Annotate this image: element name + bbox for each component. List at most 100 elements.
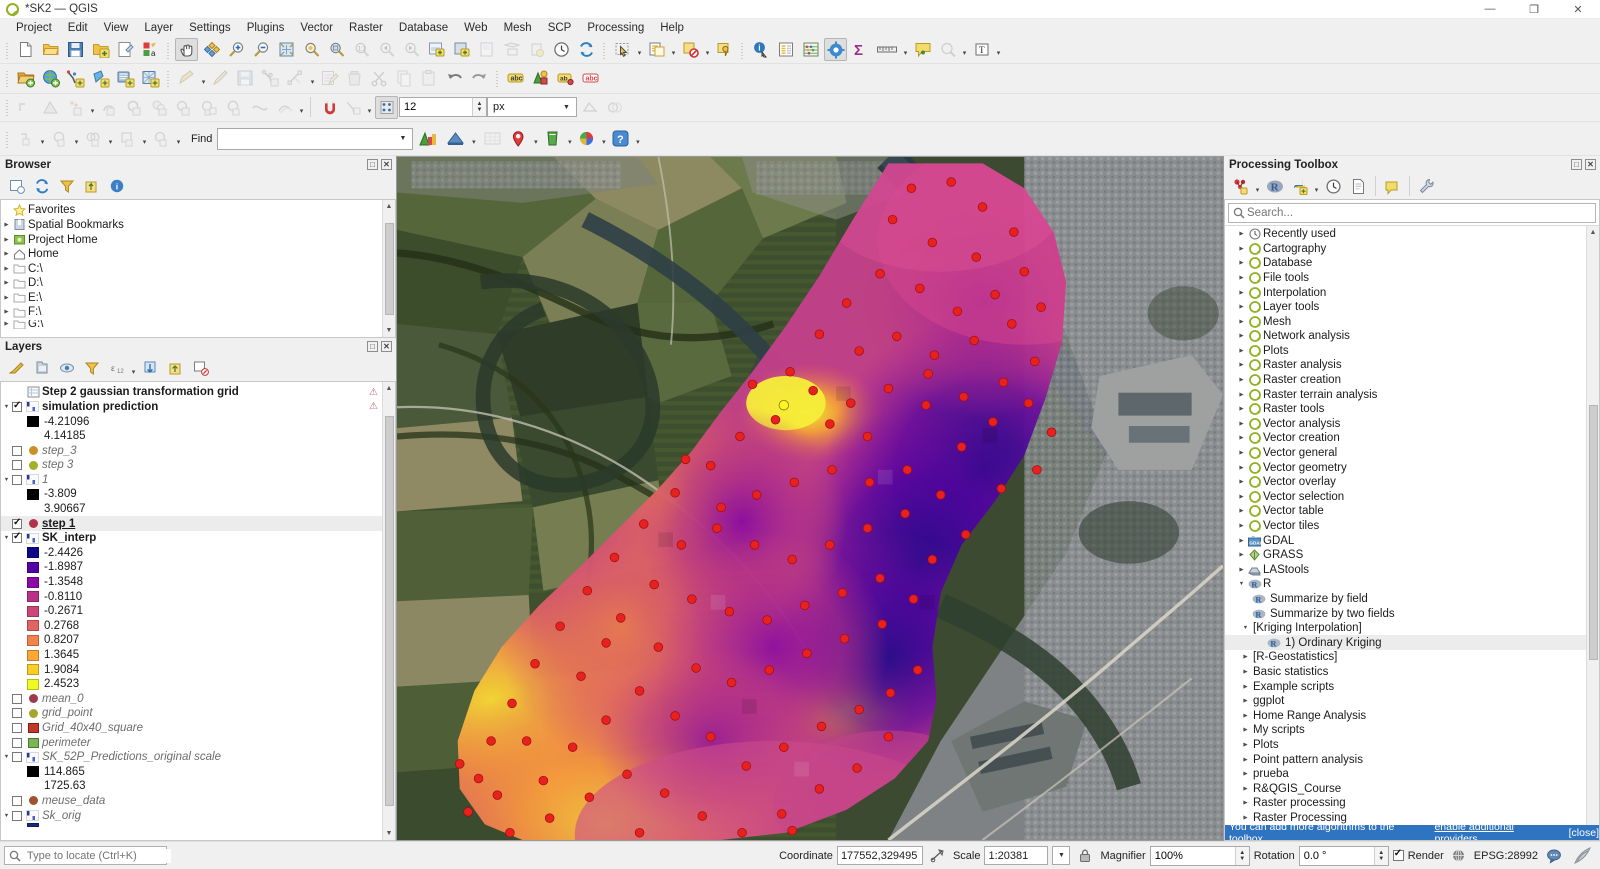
zoom-last-icon[interactable] — [375, 38, 398, 61]
digitize-with-shape-icon[interactable] — [39, 96, 62, 119]
scp-spectral-signature-icon[interactable] — [541, 127, 564, 150]
toggle-extents-icon[interactable] — [928, 846, 948, 866]
menu-processing[interactable]: Processing — [579, 21, 652, 35]
layers-float-button[interactable]: □ — [367, 341, 378, 353]
add-circular-string-icon[interactable] — [98, 96, 121, 119]
processing-group-r-geostatistics[interactable]: [R-Geostatistics] — [1225, 650, 1586, 665]
modify-attributes-icon[interactable] — [318, 67, 341, 90]
rotate-point-symbols-icon[interactable] — [150, 127, 173, 150]
toolbar-grip-nav[interactable] — [165, 40, 172, 59]
layer-visibility-checkbox[interactable] — [12, 810, 22, 821]
delete-ring-icon[interactable] — [198, 96, 221, 119]
layer-row-simulation-prediction[interactable]: simulation prediction ⚠ — [1, 400, 382, 415]
current-edits-caret[interactable] — [199, 67, 208, 90]
magnifier-spinbox[interactable]: ▲▼ — [1149, 845, 1250, 866]
collapse-arrow[interactable] — [1, 754, 12, 760]
snapping-tolerance-spinbox[interactable]: ▲▼ — [399, 97, 487, 118]
split-features-icon[interactable] — [116, 127, 139, 150]
browser-item-spatial-bookmarks[interactable]: Spatial Bookmarks — [1, 218, 382, 233]
map-canvas-container[interactable] — [396, 156, 1224, 842]
expand-arrow[interactable] — [1240, 771, 1251, 777]
save-project-icon[interactable] — [64, 38, 87, 61]
rotate-feature-icon[interactable] — [14, 127, 37, 150]
expand-arrow[interactable] — [1236, 362, 1247, 368]
expand-arrow[interactable] — [1236, 348, 1247, 354]
processing-tree-container[interactable]: Recently used Cartography Database File … — [1225, 224, 1600, 841]
notification-close-link[interactable]: [close] — [1565, 827, 1599, 839]
layer-visibility-checkbox[interactable] — [12, 400, 22, 412]
processing-item-raster-analysis[interactable]: Raster analysis — [1225, 358, 1586, 373]
collapse-arrow[interactable] — [1, 813, 12, 819]
processing-item-vector-selection[interactable]: Vector selection — [1225, 490, 1586, 505]
map-render[interactable] — [397, 157, 1223, 841]
enable-advanced-digitizing-icon[interactable] — [14, 96, 37, 119]
processing-item-ordinary-kriging[interactable]: R 1) Ordinary Kriging — [1225, 635, 1586, 651]
processing-group-rqgis-course[interactable]: R&QGIS_Course — [1225, 781, 1586, 796]
snapping-options-icon[interactable] — [341, 96, 364, 119]
expand-arrow[interactable] — [1236, 494, 1247, 500]
scp-classification-caret[interactable] — [599, 127, 608, 150]
show-map-overview-icon[interactable] — [500, 38, 523, 61]
select-rectangle-icon[interactable] — [611, 38, 634, 61]
collapse-arrow[interactable] — [1, 477, 12, 483]
open-field-calculator-icon[interactable] — [774, 38, 797, 61]
snapping-unit-combo[interactable]: px ▼ — [487, 97, 577, 118]
processing-toolbox-gear-icon[interactable] — [824, 38, 847, 62]
new-map-view-icon[interactable] — [425, 38, 448, 61]
expand-arrow[interactable] — [1236, 523, 1247, 529]
scroll-up-icon[interactable]: ▲ — [1587, 226, 1600, 239]
expand-arrow[interactable] — [1236, 231, 1247, 237]
filter-legend-icon[interactable] — [80, 357, 103, 380]
refresh-browser-icon[interactable] — [30, 175, 53, 198]
avoid-overlap-icon[interactable] — [603, 96, 626, 119]
browser-item-project-home[interactable]: Project Home — [1, 232, 382, 247]
layer-row-sk-interp[interactable]: SK_interp — [1, 531, 382, 546]
zoom-next-icon[interactable] — [400, 38, 423, 61]
processing-close-button[interactable]: ✕ — [1585, 159, 1596, 171]
processing-item-vector-tiles[interactable]: Vector tiles — [1225, 519, 1586, 534]
toggle-editing-icon[interactable] — [209, 67, 232, 90]
vertex-tool-icon[interactable] — [284, 67, 307, 90]
layers-vertical-scrollbar[interactable]: ▲ ▼ — [382, 382, 395, 841]
browser-item-home[interactable]: Home — [1, 247, 382, 262]
menu-project[interactable]: Project — [8, 21, 60, 35]
save-project-as-icon[interactable] — [89, 38, 112, 61]
expand-arrow[interactable] — [1236, 304, 1247, 310]
expand-arrow[interactable] — [1240, 654, 1251, 660]
menu-raster[interactable]: Raster — [341, 21, 391, 35]
rotate-symbols-caret[interactable] — [174, 127, 183, 150]
processing-vertical-scrollbar[interactable]: ▲ ▼ — [1586, 225, 1600, 841]
processing-item-vector-general[interactable]: Vector general — [1225, 446, 1586, 461]
locator-input[interactable] — [25, 848, 171, 863]
current-edits-icon[interactable] — [175, 67, 198, 90]
add-group-icon[interactable] — [30, 357, 53, 380]
scrollbar-thumb[interactable] — [384, 222, 394, 315]
layer-visibility-checkbox[interactable] — [12, 445, 22, 456]
open-layer-styling-panel-icon[interactable] — [5, 357, 28, 380]
show-selected-layers-icon[interactable] — [525, 38, 548, 61]
expand-arrow[interactable] — [1, 266, 12, 272]
snapping-caret[interactable] — [365, 96, 374, 119]
browser-close-button[interactable]: ✕ — [381, 159, 392, 171]
processing-float-button[interactable]: □ — [1571, 159, 1582, 171]
processing-item-vector-creation[interactable]: Vector creation — [1225, 431, 1586, 446]
copy-features-icon[interactable] — [393, 67, 416, 90]
attribute-table-caret[interactable] — [669, 38, 678, 61]
layers-tree-container[interactable]: Step 2 gaussian transformation grid ⚠ si… — [0, 381, 396, 842]
menu-database[interactable]: Database — [391, 21, 456, 35]
measure-caret[interactable] — [901, 38, 910, 61]
paste-features-icon[interactable] — [418, 67, 441, 90]
remove-layer-icon[interactable] — [189, 357, 212, 380]
log-messages-icon[interactable] — [1571, 844, 1595, 868]
menu-view[interactable]: View — [96, 21, 137, 35]
r-scripts-icon[interactable]: R — [1263, 175, 1286, 198]
processing-item-cartography[interactable]: Cartography — [1225, 241, 1586, 256]
add-point-feature-icon[interactable] — [64, 96, 87, 119]
new-3d-map-view-icon[interactable] — [450, 38, 473, 61]
rotation-spinbox[interactable]: ▲▼ — [1298, 845, 1389, 866]
measure-line-icon[interactable] — [874, 38, 900, 61]
expand-arrow[interactable] — [1236, 319, 1247, 325]
zoom-native-resolution-icon[interactable]: 1:1 — [350, 38, 373, 61]
expand-arrow[interactable] — [1, 237, 12, 243]
scp-preprocessing-caret[interactable] — [469, 127, 478, 150]
